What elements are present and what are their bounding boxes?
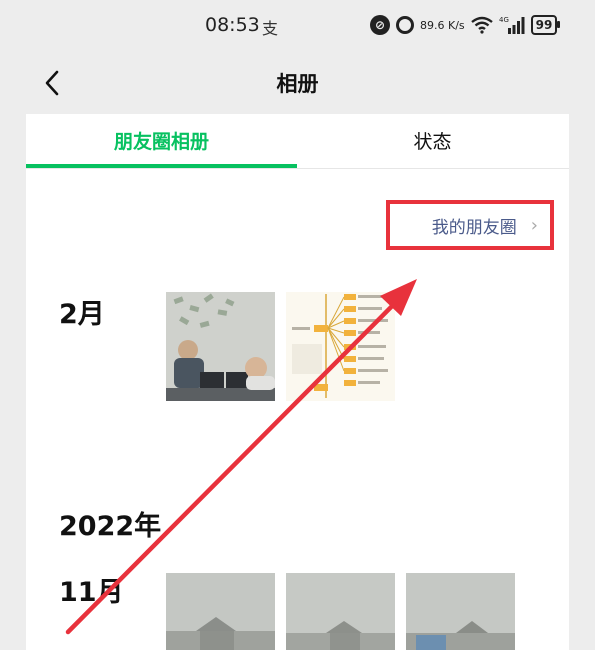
tab-bar: 朋友圈相册 状态 xyxy=(26,114,569,169)
photo-thumbnail[interactable] xyxy=(286,573,395,650)
wifi-icon xyxy=(470,16,493,34)
tab-status[interactable]: 状态 xyxy=(297,114,568,168)
month-label-feb: 2月 xyxy=(59,299,105,330)
my-moments-link[interactable]: 我的朋友圈 › xyxy=(386,200,554,250)
month-label-nov: 11月 xyxy=(59,577,124,608)
year-label: 2022年 xyxy=(59,511,162,542)
my-moments-label: 我的朋友圈 xyxy=(431,217,517,238)
status-time: 08:53 xyxy=(205,14,260,36)
tab-moments-album[interactable]: 朋友圈相册 xyxy=(26,114,297,168)
status-icons: ⊘ 89.6 K/s 4G 99 xyxy=(370,12,561,38)
network-speed: 89.6 K/s xyxy=(420,20,465,31)
data-saver-icon: ⊘ xyxy=(370,15,390,35)
page-title: 相册 xyxy=(276,72,319,96)
nav-bar: 相册 xyxy=(0,52,595,114)
cell-signal-icon: 4G xyxy=(499,15,525,35)
network-speed-value: 89.6 xyxy=(420,18,445,32)
status-bar: 08:53 支 ⊘ 89.6 K/s 4G 99 xyxy=(0,0,595,52)
album-content: 朋友圈相册 状态 我的朋友圈 › 2月 2022年 11月 xyxy=(26,114,569,650)
photo-thumbnail[interactable] xyxy=(286,292,395,401)
alipay-icon: 支 xyxy=(262,19,279,38)
photo-thumbnail[interactable] xyxy=(406,573,515,650)
battery-icon: 99 xyxy=(530,15,561,35)
signal-label: 4G xyxy=(499,16,509,24)
alarm-icon xyxy=(396,16,414,34)
network-speed-unit: K/s xyxy=(448,18,465,32)
active-tab-indicator xyxy=(26,164,297,168)
photo-thumbnail[interactable] xyxy=(166,573,275,650)
chevron-right-icon: › xyxy=(530,214,538,236)
photo-thumbnail[interactable] xyxy=(166,292,275,401)
